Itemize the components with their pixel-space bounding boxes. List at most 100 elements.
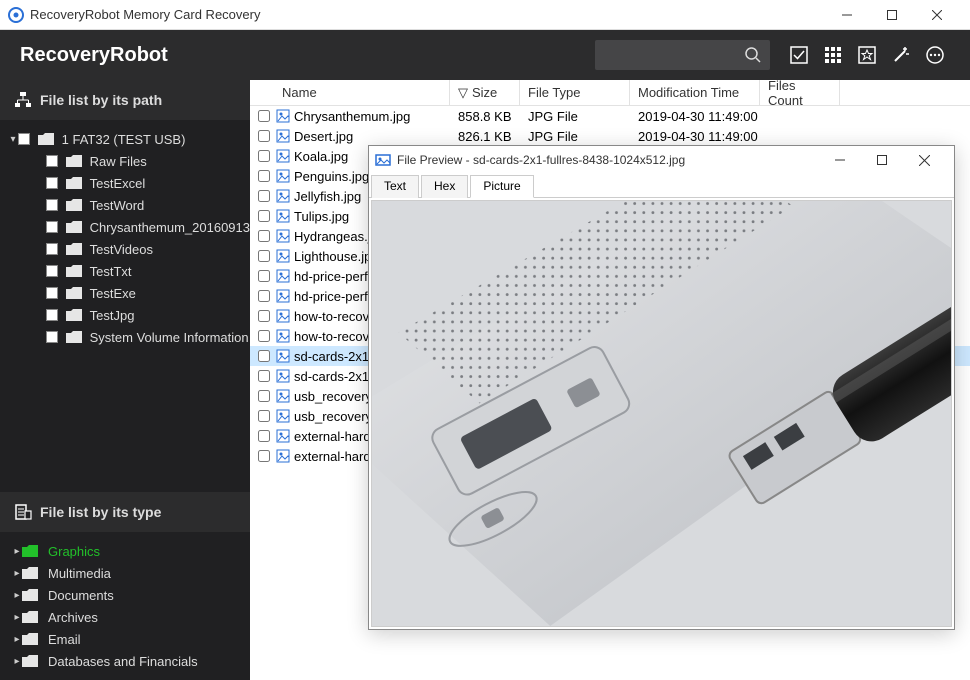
preview-close-button[interactable] [906,146,948,174]
row-checkbox[interactable] [258,130,270,142]
column-type[interactable]: File Type [520,80,630,105]
row-checkbox[interactable] [258,230,270,242]
column-size[interactable]: ▽Size [450,80,520,105]
tree-item-label: TestExe [90,286,136,301]
row-checkbox[interactable] [258,290,270,302]
type-tree: ▸Graphics▸Multimedia▸Documents▸Archives▸… [0,532,250,680]
path-tree-item[interactable]: System Volume Information [0,326,250,348]
preview-titlebar: File Preview - sd-cards-2x1-fullres-8438… [369,146,954,174]
main-toolbar: RecoveryRobot [0,30,970,80]
tree-item-label: TestVideos [90,242,153,257]
row-checkbox[interactable] [258,110,270,122]
tree-item-label: Email [48,632,81,647]
row-checkbox[interactable] [258,330,270,342]
preview-minimize-button[interactable] [822,146,864,174]
row-checkbox[interactable] [258,310,270,322]
file-mtime: 2019-04-30 11:49:00 [630,129,760,144]
grid-view-button[interactable] [818,40,848,70]
file-row[interactable]: Chrysanthemum.jpg 858.8 KBJPG File2019-04… [250,106,970,126]
row-checkbox[interactable] [258,190,270,202]
path-tree-item[interactable]: TestExcel [0,172,250,194]
window-title: RecoveryRobot Memory Card Recovery [30,7,827,22]
file-name: Desert.jpg [294,129,353,144]
row-checkbox[interactable] [258,410,270,422]
type-tree-item[interactable]: ▸Databases and Financials [0,650,250,672]
app-icon [8,7,24,23]
column-count[interactable]: Files Count [760,80,840,105]
tree-item-label: System Volume Information [90,330,249,345]
row-checkbox[interactable] [258,450,270,462]
list-icon [14,503,32,521]
row-checkbox[interactable] [258,390,270,402]
grid-header: Name ▽Size File Type Modification Time F… [250,80,970,106]
file-name: Chrysanthemum.jpg [294,109,410,124]
row-checkbox[interactable] [258,430,270,442]
tree-item-label: 1 FAT32 (TEST USB) [62,132,186,147]
path-tree-item[interactable]: TestExe [0,282,250,304]
row-checkbox[interactable] [258,250,270,262]
tree-item-label: TestTxt [90,264,132,279]
preview-image [371,200,952,627]
tab-picture[interactable]: Picture [470,175,533,198]
type-panel-title: File list by its type [40,504,161,520]
file-type: JPG File [520,109,630,124]
file-name: Lighthouse.jpg [294,249,379,264]
row-checkbox[interactable] [258,150,270,162]
type-tree-item[interactable]: ▸Email [0,628,250,650]
row-checkbox[interactable] [258,370,270,382]
tree-item-label: TestExcel [90,176,146,191]
path-tree-item[interactable]: TestJpg [0,304,250,326]
row-checkbox[interactable] [258,170,270,182]
tree-icon [14,91,32,109]
file-grid-area: Name ▽Size File Type Modification Time F… [250,80,970,680]
path-tree-item[interactable]: TestWord [0,194,250,216]
row-checkbox[interactable] [258,210,270,222]
tab-text[interactable]: Text [371,175,419,198]
more-button[interactable] [920,40,950,70]
minimize-button[interactable] [827,0,872,30]
file-name: Tulips.jpg [294,209,349,224]
tree-item-label: Documents [48,588,114,603]
row-checkbox[interactable] [258,350,270,362]
wand-button[interactable] [886,40,916,70]
maximize-button[interactable] [872,0,917,30]
column-name[interactable]: Name [250,80,450,105]
file-preview-window: File Preview - sd-cards-2x1-fullres-8438… [368,145,955,630]
tab-hex[interactable]: Hex [421,175,468,198]
path-tree-item[interactable]: ▾ 1 FAT32 (TEST USB) [0,128,250,150]
check-all-button[interactable] [784,40,814,70]
preview-tabs: Text Hex Picture [369,174,954,198]
path-tree-item[interactable]: Raw Files [0,150,250,172]
preview-maximize-button[interactable] [864,146,906,174]
type-tree-item[interactable]: ▸Archives [0,606,250,628]
path-tree-item[interactable]: TestVideos [0,238,250,260]
file-type: JPG File [520,129,630,144]
tree-item-label: TestWord [90,198,145,213]
search-icon [744,46,762,64]
file-name: Koala.jpg [294,149,348,164]
file-size: 858.8 KB [450,109,520,124]
column-mtime[interactable]: Modification Time [630,80,760,105]
file-row[interactable]: Desert.jpg 826.1 KBJPG File2019-04-30 11:… [250,126,970,146]
file-mtime: 2019-04-30 11:49:00 [630,109,760,124]
sidebar: File list by its path ▾ 1 FAT32 (TEST US… [0,80,250,680]
file-size: 826.1 KB [450,129,520,144]
close-button[interactable] [917,0,962,30]
brand-label: RecoveryRobot [20,44,595,67]
tree-item-label: TestJpg [90,308,135,323]
type-tree-item[interactable]: ▸Graphics [0,540,250,562]
path-panel-title: File list by its path [40,92,162,108]
favorites-button[interactable] [852,40,882,70]
type-tree-item[interactable]: ▸Documents [0,584,250,606]
search-box[interactable] [595,40,770,70]
type-panel-header: File list by its type [0,492,250,532]
path-tree-item[interactable]: TestTxt [0,260,250,282]
path-panel-header: File list by its path [0,80,250,120]
tree-item-label: Raw Files [90,154,147,169]
type-tree-item[interactable]: ▸Multimedia [0,562,250,584]
path-tree: ▾ 1 FAT32 (TEST USB) Raw Files TestExcel… [0,120,250,356]
tree-item-label: Graphics [48,544,100,559]
preview-title-text: File Preview - sd-cards-2x1-fullres-8438… [397,153,822,167]
row-checkbox[interactable] [258,270,270,282]
path-tree-item[interactable]: Chrysanthemum_20160913 [0,216,250,238]
